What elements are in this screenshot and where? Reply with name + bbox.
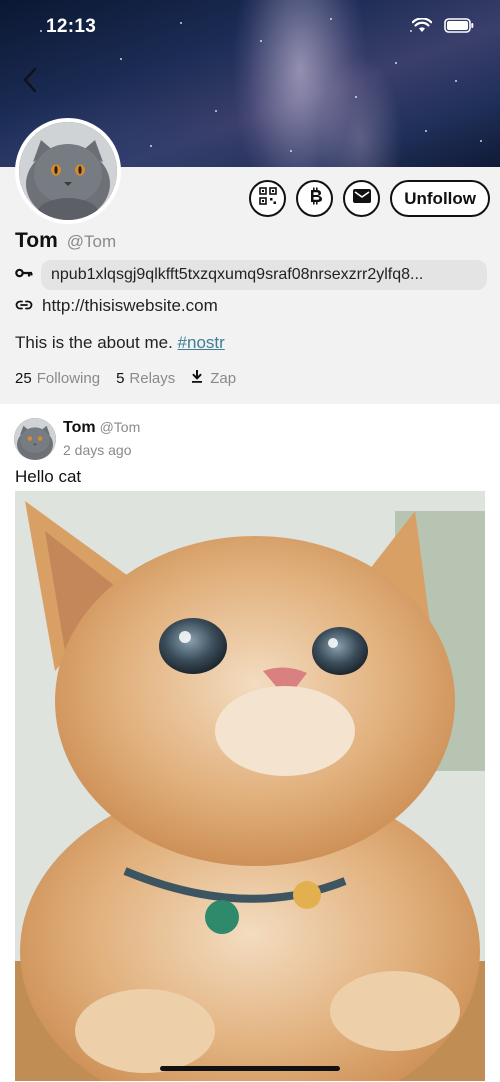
following-label: Following: [36, 370, 101, 387]
relays-label: Relays: [129, 370, 176, 387]
back-button[interactable]: [14, 64, 46, 100]
profile-action-row: Unfollow: [249, 180, 490, 217]
wifi-icon: [412, 18, 432, 33]
cat-avatar-image: [14, 418, 56, 460]
profile-display-name: Tom: [15, 229, 58, 252]
home-indicator[interactable]: [160, 1066, 340, 1071]
key-icon: [15, 266, 33, 284]
post-image[interactable]: [15, 491, 485, 1081]
post-card[interactable]: Tom @Tom 2 days ago Hello cat: [0, 404, 500, 1082]
post-text: Hello cat: [15, 467, 82, 486]
website-row: http://thisiswebsite.com: [15, 296, 218, 316]
following-count: 25: [15, 370, 32, 387]
npub-field[interactable]: npub1xlqsgj9qlkfft5txzqxumq9sraf08nrsexz…: [41, 260, 487, 290]
post-author[interactable]: Tom @Tom: [63, 419, 140, 437]
unfollow-button[interactable]: Unfollow: [390, 180, 490, 217]
profile-about: This is the about me. #nostr: [15, 333, 225, 353]
qr-code-button[interactable]: [249, 180, 287, 217]
cat-photo: [15, 491, 485, 1081]
post-author-handle: @Tom: [99, 419, 141, 435]
zap-label: Zap: [210, 370, 237, 387]
status-time: 12:13: [46, 16, 97, 37]
qr-code-icon: [258, 187, 277, 210]
battery-icon: [444, 18, 474, 33]
relays-stat[interactable]: 5 Relays: [116, 370, 175, 387]
post-author-avatar[interactable]: [14, 418, 56, 460]
message-button[interactable]: [343, 180, 381, 217]
profile-avatar[interactable]: [15, 118, 121, 224]
chevron-left-icon: [22, 67, 38, 98]
relays-count: 5: [116, 370, 125, 387]
website-link[interactable]: http://thisiswebsite.com: [42, 296, 218, 316]
status-bar: 12:13: [0, 0, 500, 54]
npub-row: npub1xlqsgj9qlkfft5txzqxumq9sraf08nrsexz…: [15, 260, 487, 290]
profile-handle: @Tom: [66, 232, 117, 251]
cat-avatar-image: [19, 122, 117, 220]
zap-button[interactable]: Zap: [191, 369, 237, 387]
post-author-name: Tom: [63, 419, 96, 436]
profile-name-row: Tom @Tom: [15, 229, 116, 253]
about-hashtag-link[interactable]: #nostr: [178, 333, 225, 352]
download-icon: [191, 369, 203, 387]
npub-text: npub1xlqsgj9qlkfft5txzqxumq9sraf08nrsexz…: [51, 266, 424, 283]
following-stat[interactable]: 25 Following: [15, 370, 100, 387]
profile-stats-row: 25 Following 5 Relays Zap: [15, 369, 237, 387]
about-text: This is the about me.: [15, 333, 178, 352]
mail-icon: [352, 188, 372, 209]
post-timestamp: 2 days ago: [63, 442, 132, 458]
link-icon: [15, 297, 33, 315]
bitcoin-button[interactable]: [296, 180, 334, 217]
bitcoin-icon: [306, 186, 324, 211]
